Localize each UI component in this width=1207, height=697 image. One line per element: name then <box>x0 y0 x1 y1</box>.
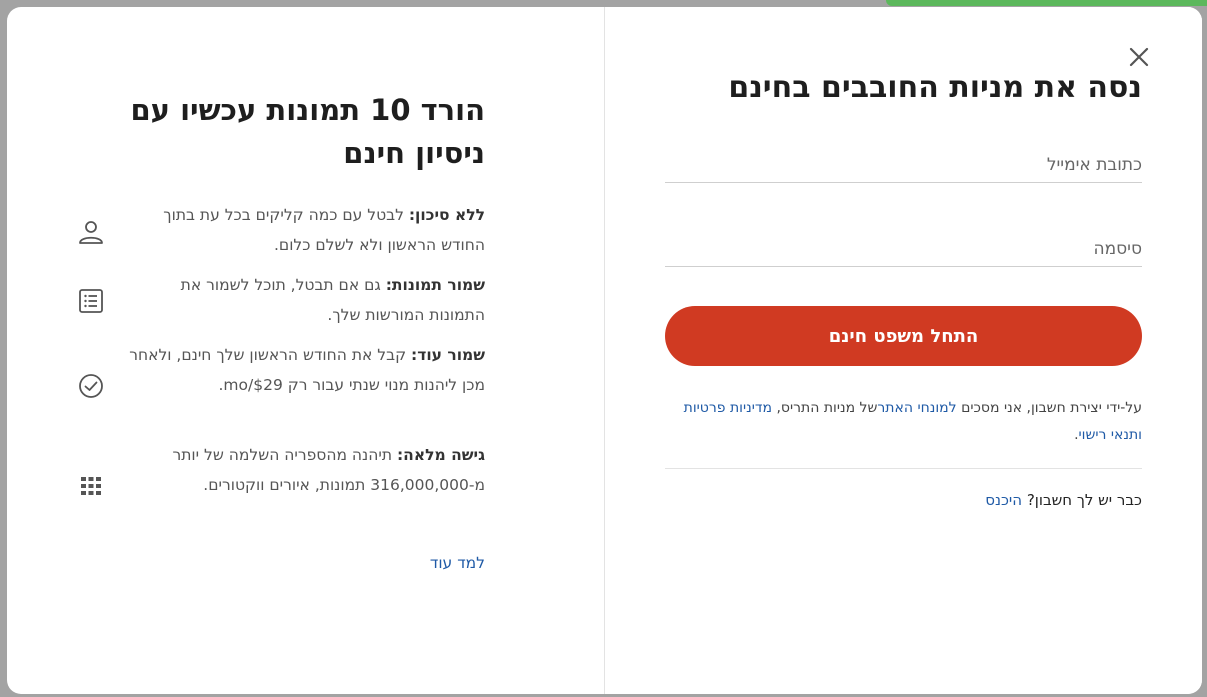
user-icon <box>79 221 103 244</box>
benefits-title: הורד 10 תמונות עכשיו עם ניסיון חינם <box>130 93 485 170</box>
benefit-bold: שמור תמונות: <box>385 276 485 294</box>
email-field[interactable] <box>665 148 1142 183</box>
benefit-text: ללא סיכון: לבטל עם כמה קליקים בכל עת בתו… <box>125 200 485 260</box>
form-title: נסה את מניות החובבים בחינם <box>728 70 1142 105</box>
signin-prompt: כבר יש לך חשבון? <box>1022 491 1142 509</box>
benefit-text: שמור תמונות: גם אם תבטל, תוכל לשמור את ה… <box>125 270 485 330</box>
start-trial-button[interactable]: התחל משפט חינם <box>665 306 1142 366</box>
benefit-keep-images: שמור תמונות: גם אם תבטל, תוכל לשמור את ה… <box>67 270 485 340</box>
benefit-bold: גישה מלאה: <box>396 446 485 464</box>
signin-row: כבר יש לך חשבון? היכנס <box>665 491 1142 509</box>
signin-link[interactable]: היכנס <box>985 491 1022 509</box>
close-icon[interactable] <box>1127 45 1151 69</box>
signup-modal: נסה את מניות החובבים בחינם התחל משפט חינ… <box>7 7 1202 694</box>
benefit-no-risk: ללא סיכון: לבטל עם כמה קליקים בכל עת בתו… <box>67 200 485 270</box>
terms-text: על-ידי יצירת חשבון, אני מסכים למונחי האת… <box>665 395 1142 449</box>
terms-prefix: על-ידי יצירת חשבון, אני מסכים <box>956 400 1142 416</box>
learn-more-link[interactable]: למד עוד <box>365 554 485 572</box>
terms-link[interactable]: למונחי האתר <box>877 400 956 416</box>
notification-bar <box>886 0 1207 6</box>
benefit-bold: שמור עוד: <box>411 346 485 364</box>
benefit-save-more: שמור עוד: קבל את החודש הראשון שלך חינם, … <box>67 340 485 440</box>
benefit-full-access: גישה מלאה: תיהנה מהספריה השלמה של יותר מ… <box>67 440 485 540</box>
benefit-text: שמור עוד: קבל את החודש הראשון שלך חינם, … <box>125 340 485 400</box>
password-field[interactable] <box>665 232 1142 267</box>
benefit-text: גישה מלאה: תיהנה מהספריה השלמה של יותר מ… <box>125 440 486 500</box>
grid-icon <box>81 477 101 495</box>
terms-middle: של מניות התריס, <box>772 400 878 416</box>
list-icon <box>79 289 103 313</box>
benefit-bold: ללא סיכון: <box>408 206 485 224</box>
check-circle-icon <box>79 374 103 398</box>
form-divider <box>665 468 1142 469</box>
